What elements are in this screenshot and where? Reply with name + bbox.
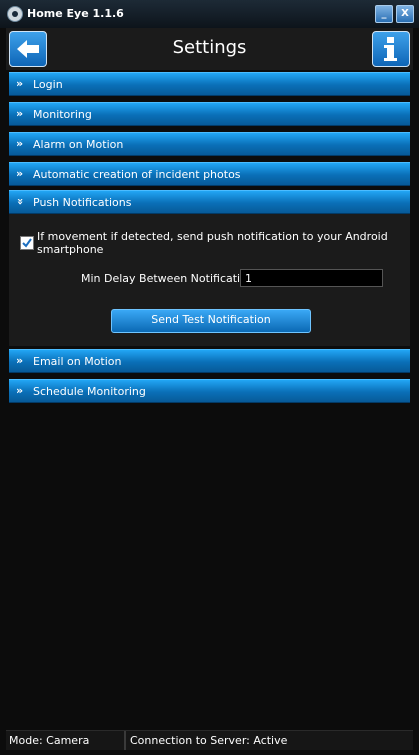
- push-notification-checkbox[interactable]: [20, 236, 34, 250]
- push-notification-label: If movement if detected, send push notif…: [37, 230, 388, 256]
- app-window: Home Eye 1.1.6 _ X Settings » Login » Mo…: [0, 0, 419, 755]
- section-monitoring[interactable]: » Monitoring: [9, 102, 410, 126]
- chevron-right-icon: »: [16, 107, 23, 120]
- connection-status: Connection to Server: Active: [130, 734, 288, 747]
- minimize-button[interactable]: _: [375, 5, 393, 23]
- status-divider: [124, 731, 126, 750]
- settings-content: » Login » Monitoring » Alarm on Motion »…: [6, 70, 413, 730]
- settings-header: Settings: [6, 28, 413, 70]
- mode-status: Mode: Camera: [9, 734, 90, 747]
- info-button[interactable]: [372, 31, 410, 67]
- section-label: Monitoring: [33, 108, 92, 121]
- push-notifications-panel: If movement if detected, send push notif…: [9, 214, 410, 346]
- chevron-right-icon: »: [16, 137, 23, 150]
- chevron-right-icon: »: [16, 167, 23, 180]
- min-delay-label: Min Delay Between Notifications: [81, 272, 260, 285]
- section-login[interactable]: » Login: [9, 72, 410, 96]
- section-label: Email on Motion: [33, 355, 122, 368]
- min-delay-input[interactable]: [240, 269, 383, 287]
- section-label: Login: [33, 78, 63, 91]
- section-label: Automatic creation of incident photos: [33, 168, 241, 181]
- window-title: Home Eye 1.1.6: [27, 7, 124, 20]
- checkmark-icon: [22, 238, 32, 248]
- send-test-notification-button[interactable]: Send Test Notification: [111, 309, 311, 333]
- info-icon: [384, 37, 397, 61]
- page-title: Settings: [172, 37, 247, 58]
- status-bar: Mode: Camera Connection to Server: Activ…: [6, 730, 413, 750]
- close-button[interactable]: X: [396, 5, 414, 23]
- section-label: Alarm on Motion: [33, 138, 124, 151]
- camera-app-icon: [7, 6, 23, 22]
- section-push-notifications[interactable]: » Push Notifications: [9, 190, 410, 214]
- chevron-right-icon: »: [16, 384, 23, 397]
- section-label: Push Notifications: [33, 196, 132, 209]
- section-alarm-on-motion[interactable]: » Alarm on Motion: [9, 132, 410, 156]
- chevron-down-icon: »: [14, 197, 28, 204]
- section-incident-photos[interactable]: » Automatic creation of incident photos: [9, 162, 410, 186]
- section-email-on-motion[interactable]: » Email on Motion: [9, 349, 410, 373]
- chevron-right-icon: »: [16, 354, 23, 367]
- section-schedule-monitoring[interactable]: » Schedule Monitoring: [9, 379, 410, 403]
- chevron-right-icon: »: [16, 77, 23, 90]
- title-bar[interactable]: Home Eye 1.1.6 _ X: [0, 0, 419, 28]
- section-label: Schedule Monitoring: [33, 385, 146, 398]
